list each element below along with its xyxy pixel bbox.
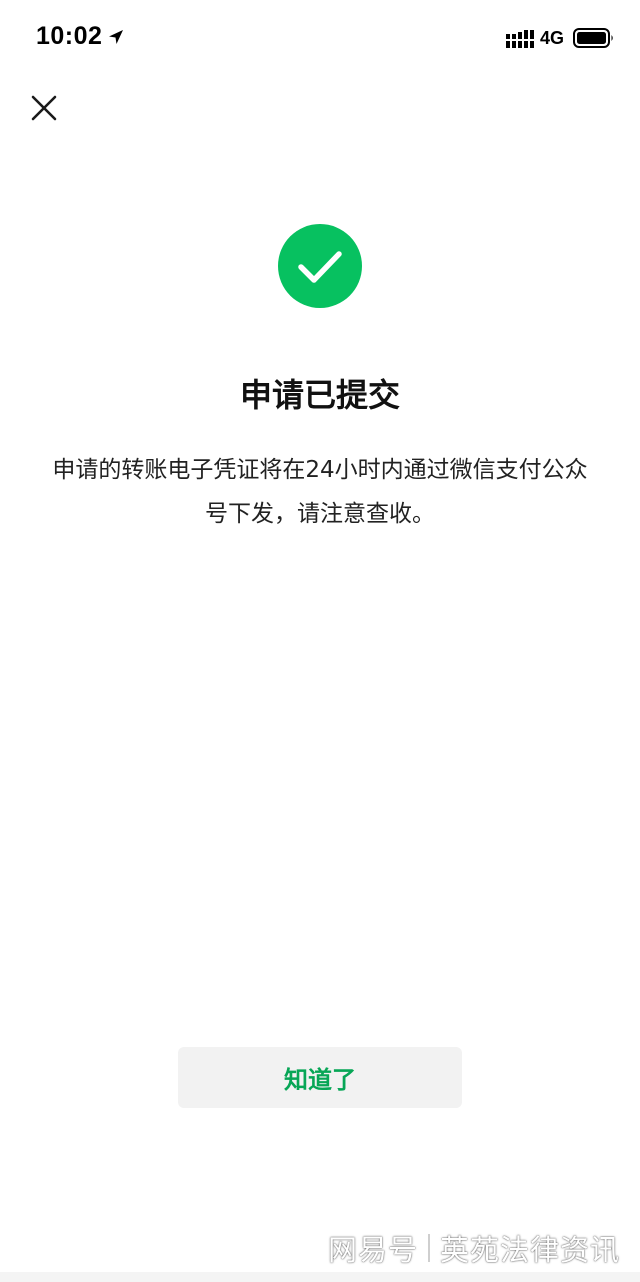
signal-bars-icon	[506, 30, 534, 48]
watermark-account: 英苑法律资讯	[439, 1233, 620, 1267]
close-button[interactable]	[24, 88, 64, 128]
status-bar: 10:02 4G	[0, 0, 640, 76]
watermark-separator	[427, 1234, 430, 1262]
watermark-platform: 网易号	[327, 1233, 418, 1267]
watermark: 网易号 英苑法律资讯	[328, 1226, 620, 1270]
check-circle-icon	[278, 224, 362, 308]
status-time: 10:02	[36, 22, 103, 50]
result-description: 申请的转账电子凭证将在24小时内通过微信支付公众号下发，请注意查收。	[52, 457, 588, 527]
confirm-button[interactable]: 知道了	[178, 1047, 462, 1108]
home-indicator-area	[0, 1272, 640, 1282]
close-icon	[31, 95, 57, 121]
location-arrow-icon	[109, 30, 123, 44]
battery-icon	[573, 28, 613, 48]
network-type: 4G	[540, 28, 565, 48]
result-title: 申请已提交	[239, 376, 400, 414]
